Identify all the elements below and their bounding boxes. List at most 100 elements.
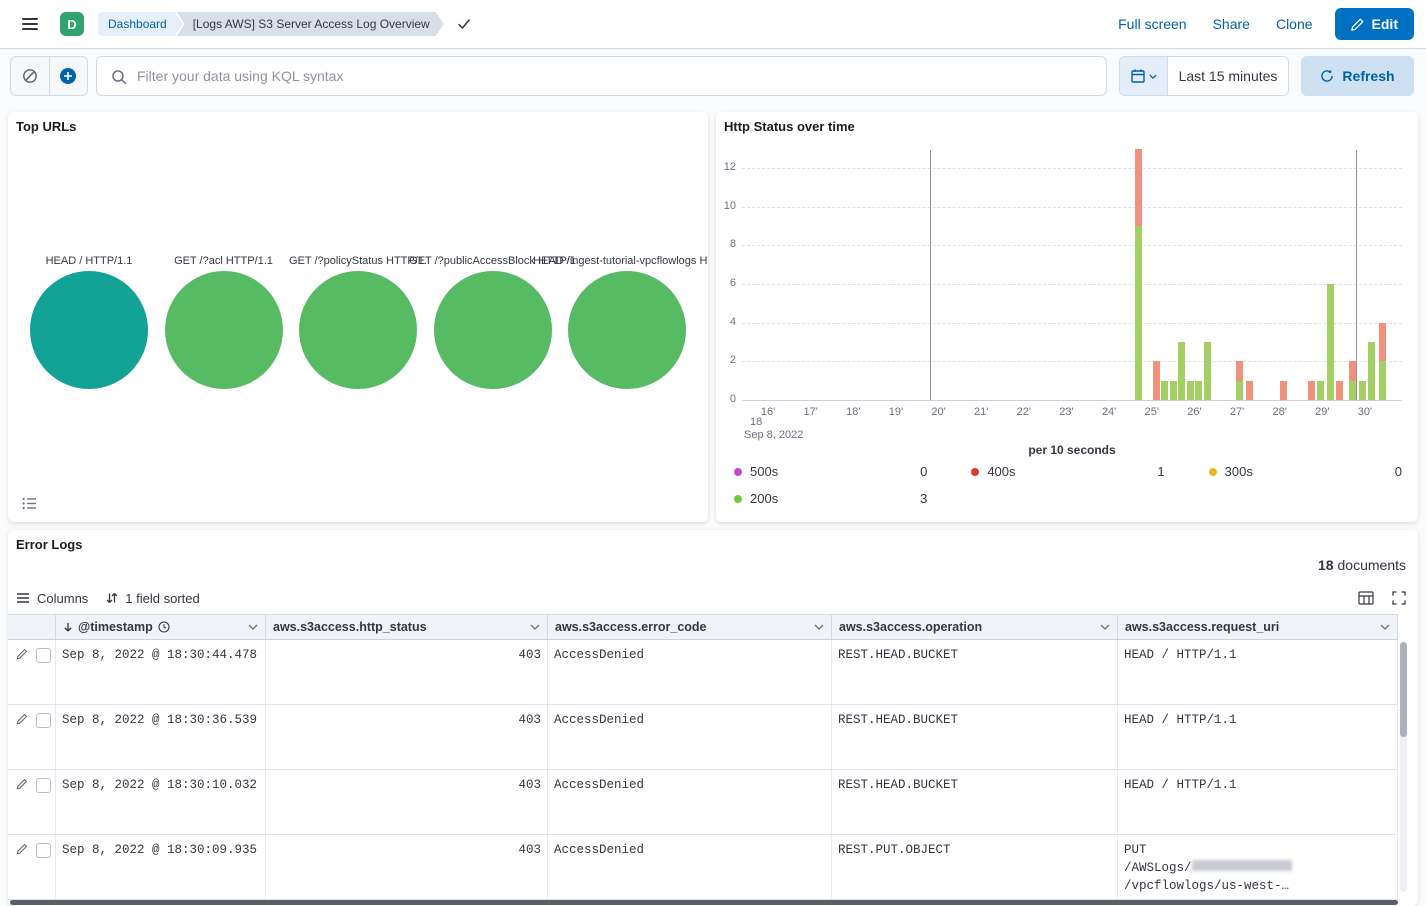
legend-value: 0 bbox=[1395, 464, 1402, 479]
row-checkbox[interactable] bbox=[36, 713, 51, 728]
y-gridline bbox=[742, 361, 1402, 362]
http-status-panel: Http Status over time 02468101216'17'18'… bbox=[716, 112, 1418, 522]
chevron-down-icon[interactable] bbox=[814, 624, 824, 630]
add-control-button[interactable] bbox=[49, 57, 88, 95]
date-picker: Last 15 minutes bbox=[1119, 56, 1289, 96]
legend-item[interactable]: 500s0 bbox=[734, 464, 927, 479]
full-screen-button[interactable]: Full screen bbox=[1118, 16, 1186, 32]
row-controls bbox=[8, 835, 56, 899]
legend-item[interactable]: 400s1 bbox=[971, 464, 1164, 479]
x-axis-context-date: Sep 8, 2022 bbox=[744, 429, 803, 441]
menu-icon[interactable] bbox=[12, 6, 48, 42]
sort-arrow-icon bbox=[63, 622, 73, 633]
pie-slice[interactable] bbox=[165, 271, 283, 389]
bar-400s bbox=[1349, 361, 1356, 380]
columns-button[interactable]: Columns bbox=[16, 591, 88, 606]
legend-item[interactable]: 200s3 bbox=[734, 491, 927, 506]
cell-request-uri: HEAD / HTTP/1.1 bbox=[1118, 705, 1398, 769]
pie-slice[interactable] bbox=[434, 271, 552, 389]
x-axis-label: 22' bbox=[1009, 406, 1039, 418]
legend-label: 300s bbox=[1225, 464, 1253, 479]
control-settings-button[interactable] bbox=[11, 57, 49, 95]
sort-fields-button[interactable]: 1 field sorted bbox=[106, 591, 199, 606]
bar-200s bbox=[1359, 381, 1366, 400]
legend-value: 0 bbox=[920, 464, 927, 479]
x-axis-label: 18' bbox=[838, 406, 868, 418]
pie-slice[interactable] bbox=[299, 271, 417, 389]
document-count-label: documents bbox=[1338, 557, 1406, 573]
grid-column-header[interactable]: aws.s3access.http_status bbox=[266, 615, 548, 639]
fullscreen-grid-icon[interactable] bbox=[1392, 591, 1406, 605]
column-label: @timestamp bbox=[78, 620, 153, 634]
refresh-button[interactable]: Refresh bbox=[1301, 56, 1414, 96]
table-row: Sep 8, 2022 @ 18:30:10.032 403 AccessDen… bbox=[8, 770, 1398, 835]
pie-slice[interactable] bbox=[30, 271, 148, 389]
space-avatar[interactable]: D bbox=[60, 12, 84, 36]
y-axis-label: 8 bbox=[716, 238, 736, 250]
pie-chart: HEAD / HTTP/1.1 bbox=[30, 271, 148, 389]
grid-column-header[interactable]: @timestamp bbox=[56, 615, 266, 639]
legend-toggle-icon[interactable] bbox=[22, 497, 37, 510]
table-row: Sep 8, 2022 @ 18:30:36.539 403 AccessDen… bbox=[8, 705, 1398, 770]
query-bar: Last 15 minutes Refresh bbox=[0, 56, 1426, 96]
breadcrumb-dashboard[interactable]: Dashboard bbox=[98, 12, 183, 36]
grid-column-header[interactable]: aws.s3access.error_code bbox=[548, 615, 832, 639]
share-button[interactable]: Share bbox=[1213, 16, 1250, 32]
edit-document-icon[interactable] bbox=[16, 713, 28, 725]
edit-document-icon[interactable] bbox=[16, 843, 28, 855]
check-icon[interactable] bbox=[456, 16, 472, 32]
row-controls bbox=[8, 640, 56, 704]
clone-button[interactable]: Clone bbox=[1276, 16, 1313, 32]
edit-document-icon[interactable] bbox=[16, 648, 28, 660]
x-axis-title: per 10 seconds bbox=[742, 443, 1402, 457]
cell-timestamp: Sep 8, 2022 @ 18:30:44.478 bbox=[56, 640, 266, 704]
kql-search-input[interactable] bbox=[97, 57, 1106, 95]
grid-toolbar-right bbox=[1358, 591, 1406, 605]
row-checkbox[interactable] bbox=[36, 843, 51, 858]
bar-200s bbox=[1187, 381, 1194, 400]
grid-column-header[interactable]: aws.s3access.request_uri bbox=[1118, 615, 1398, 639]
cell-http-status: 403 bbox=[266, 835, 548, 899]
legend-dot bbox=[734, 468, 742, 476]
bar-400s bbox=[1135, 149, 1142, 226]
column-label: aws.s3access.error_code bbox=[555, 620, 707, 634]
grid-column-header[interactable]: aws.s3access.operation bbox=[832, 615, 1118, 639]
pie-slice[interactable] bbox=[568, 271, 686, 389]
x-axis-label: 21' bbox=[966, 406, 996, 418]
legend-value: 1 bbox=[1157, 464, 1164, 479]
http-status-plot: 02468101216'17'18'19'20'21'22'23'24'25'2… bbox=[742, 150, 1402, 400]
row-controls bbox=[8, 770, 56, 834]
x-axis-label: 25' bbox=[1137, 406, 1167, 418]
vertical-scrollbar-thumb[interactable] bbox=[1400, 642, 1407, 737]
y-gridline bbox=[742, 400, 1402, 401]
top-urls-panel: Top URLs HEAD / HTTP/1.1GET /?acl HTTP/1… bbox=[8, 112, 708, 522]
table-row: Sep 8, 2022 @ 18:30:44.478 403 AccessDen… bbox=[8, 640, 1398, 705]
column-label: aws.s3access.operation bbox=[839, 620, 982, 634]
legend-item[interactable]: 300s 0 bbox=[1209, 464, 1402, 479]
document-count-number: 18 bbox=[1318, 557, 1334, 573]
calendar-button[interactable] bbox=[1120, 57, 1168, 95]
horizontal-scrollbar[interactable] bbox=[10, 900, 1398, 905]
row-checkbox[interactable] bbox=[36, 648, 51, 663]
redacted-account-id bbox=[1192, 860, 1292, 871]
sort-fields-button-label: 1 field sorted bbox=[125, 591, 199, 606]
edit-document-icon[interactable] bbox=[16, 778, 28, 790]
bar-200s bbox=[1368, 342, 1375, 400]
chevron-down-icon[interactable] bbox=[1100, 624, 1110, 630]
vertical-scrollbar[interactable] bbox=[1400, 642, 1407, 892]
edit-button[interactable]: Edit bbox=[1335, 8, 1414, 40]
chevron-down-icon[interactable] bbox=[1380, 624, 1390, 630]
chevron-down-icon[interactable] bbox=[248, 624, 258, 630]
cell-timestamp: Sep 8, 2022 @ 18:30:36.539 bbox=[56, 705, 266, 769]
row-checkbox[interactable] bbox=[36, 778, 51, 793]
cell-request-uri: HEAD / HTTP/1.1 bbox=[1118, 770, 1398, 834]
y-gridline bbox=[742, 245, 1402, 246]
time-range-button[interactable]: Last 15 minutes bbox=[1168, 57, 1288, 95]
display-options-icon[interactable] bbox=[1358, 591, 1374, 605]
x-axis-label: 28' bbox=[1265, 406, 1295, 418]
bar-400s bbox=[1246, 381, 1253, 400]
table-row: Sep 8, 2022 @ 18:30:09.935 403 AccessDen… bbox=[8, 835, 1398, 900]
chevron-down-icon[interactable] bbox=[530, 624, 540, 630]
y-axis-label: 0 bbox=[716, 393, 736, 405]
pie-label: HEAD /ingest-tutorial-vpcflowlogs HTT bbox=[533, 255, 708, 267]
